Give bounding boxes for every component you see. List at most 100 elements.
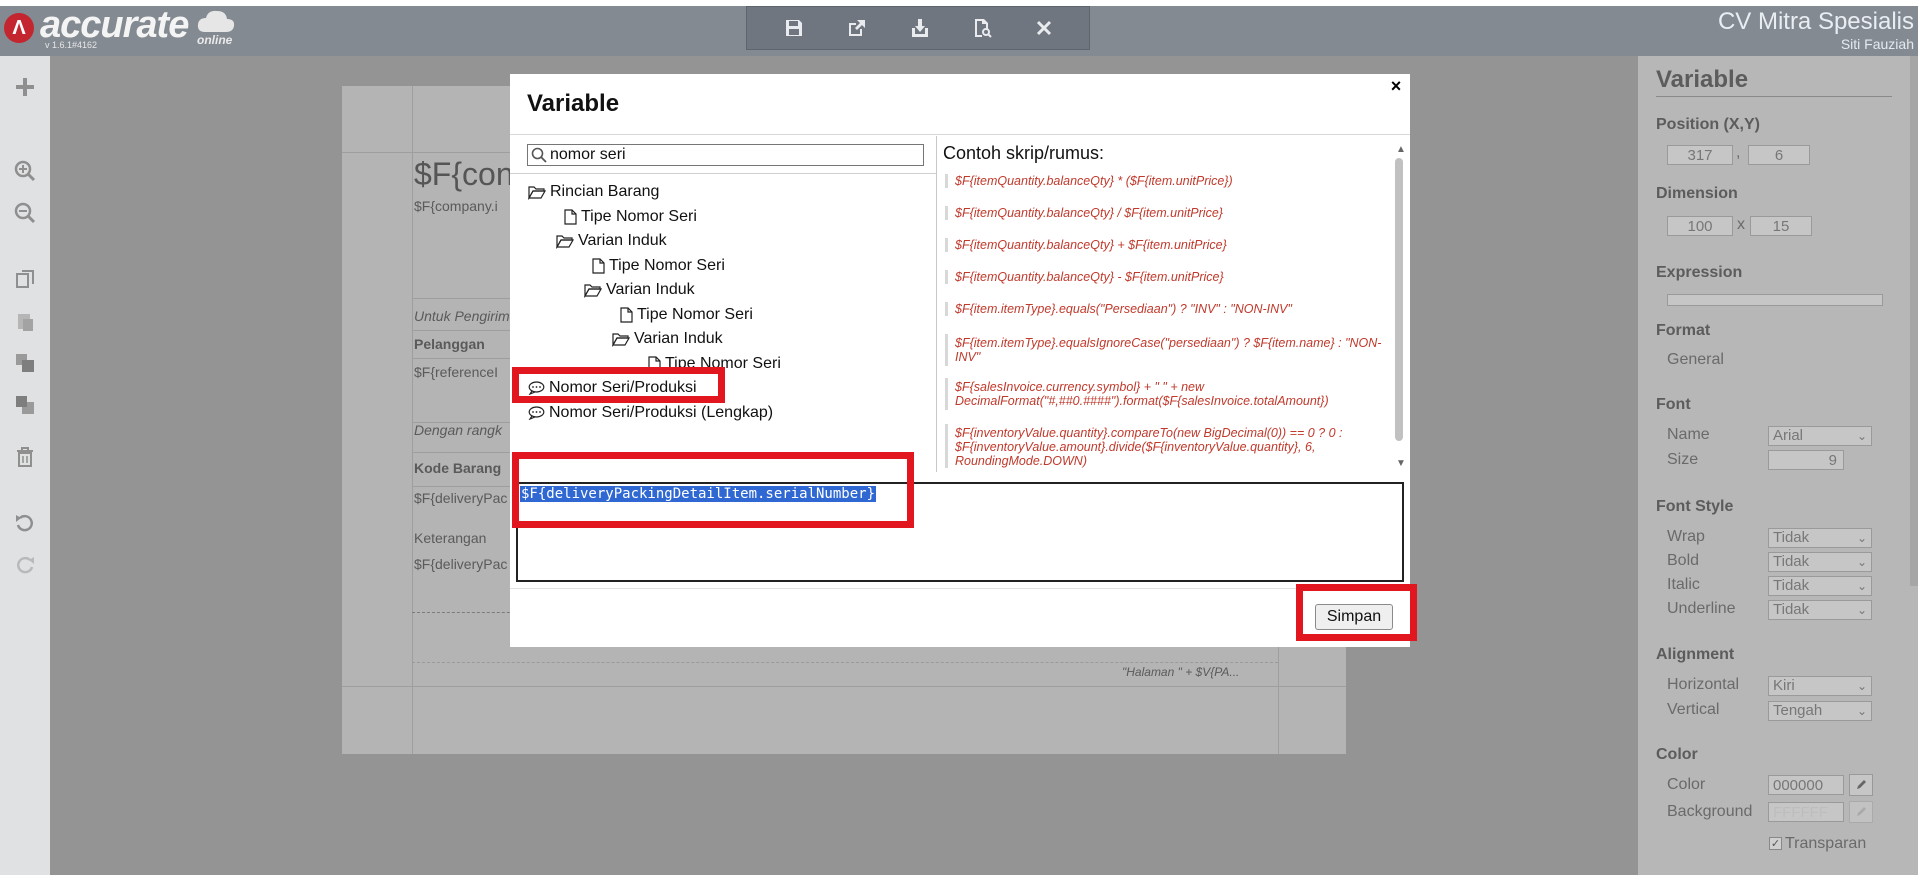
dengan-rangkaian-label[interactable]: Dengan rangk	[414, 422, 502, 438]
vertical-select[interactable]: Tengah ⌄	[1768, 701, 1872, 721]
tree-node-label: Tipe Nomor Seri	[637, 305, 753, 323]
transparent-checkbox[interactable]: ✓	[1769, 837, 1782, 850]
tree-node[interactable]: Tipe Nomor Seri	[592, 255, 725, 277]
chevron-down-icon: ⌄	[1856, 429, 1867, 443]
left-toolbar	[0, 56, 50, 875]
italic-select[interactable]: Tidak ⌄	[1768, 576, 1872, 596]
chevron-down-icon: ⌄	[1856, 531, 1867, 545]
wrap-select[interactable]: Tidak ⌄	[1768, 528, 1872, 548]
highlight-expression	[512, 452, 914, 528]
tree-node[interactable]: Tipe Nomor Seri	[620, 304, 753, 326]
dimension-width-input[interactable]: 100	[1667, 216, 1733, 236]
tree-node[interactable]: Nomor Seri/Produksi (Lengkap)	[528, 402, 773, 424]
expression-input[interactable]	[1667, 294, 1883, 306]
comment-icon	[528, 405, 545, 420]
dimension-label: Dimension	[1656, 185, 1738, 202]
example-item[interactable]: $F{itemQuantity.balanceQty} - $F{item.un…	[945, 270, 1385, 284]
color-input[interactable]: 000000	[1768, 775, 1844, 795]
user-name[interactable]: Siti Fauziah	[1841, 36, 1914, 52]
example-item[interactable]: $F{salesInvoice.currency.symbol} + " " +…	[945, 378, 1385, 410]
underline-select[interactable]: Tidak ⌄	[1768, 600, 1872, 620]
tree-node[interactable]: Varian Induk	[584, 279, 695, 301]
wrap-label: Wrap	[1667, 528, 1705, 545]
pencil-icon[interactable]	[1849, 801, 1873, 823]
add-icon[interactable]	[10, 72, 40, 102]
italic-label: Italic	[1667, 576, 1700, 593]
horizontal-value: Kiri	[1773, 677, 1795, 694]
format-value[interactable]: General	[1667, 351, 1724, 369]
dimension-x-label: x	[1737, 216, 1745, 233]
examples-scroll-thumb[interactable]	[1395, 158, 1403, 441]
company-info-field[interactable]: $F{company.i	[414, 198, 498, 214]
kode-barang-label[interactable]: Kode Barang	[414, 460, 501, 476]
undo-icon[interactable]	[10, 508, 40, 538]
background-label: Background	[1667, 803, 1753, 820]
untuk-pengiriman-label[interactable]: Untuk Pengirim	[414, 308, 510, 324]
tree-node[interactable]: Rincian Barang	[528, 181, 659, 203]
file-icon	[564, 208, 577, 225]
tree-node[interactable]: Tipe Nomor Seri	[564, 206, 697, 228]
example-item[interactable]: $F{item.itemType}.equals("Persediaan") ?…	[945, 302, 1385, 316]
folder-open-icon	[556, 234, 574, 249]
file-icon	[592, 257, 605, 274]
tree-node[interactable]: Varian Induk	[612, 328, 723, 350]
examples-title: Contoh skrip/rumus:	[943, 143, 1105, 163]
panel-scrollbar[interactable]	[1910, 56, 1918, 586]
page-number-field[interactable]: "Halaman " + $V{PA...	[1122, 665, 1239, 679]
delivery-field-1[interactable]: $F{deliveryPac	[414, 490, 507, 506]
example-item[interactable]: $F{inventoryValue.quantity}.compareTo(ne…	[945, 424, 1385, 468]
example-item[interactable]: $F{itemQuantity.balanceQty} / $F{item.un…	[945, 206, 1385, 220]
format-label: Format	[1656, 322, 1711, 339]
font-style-label: Font Style	[1656, 498, 1734, 515]
export-icon[interactable]	[844, 15, 870, 41]
company-field[interactable]: $F{con	[414, 156, 514, 193]
highlight-save	[1296, 584, 1417, 641]
close-icon[interactable]	[1031, 15, 1057, 41]
font-name-select[interactable]: Arial ⌄	[1768, 426, 1872, 446]
zoom-in-icon[interactable]	[10, 156, 40, 186]
scroll-down-icon[interactable]: ▼	[1396, 458, 1406, 469]
variable-dialog: Variable × Contoh skrip/rumus: $F{itemQu…	[510, 74, 1410, 647]
position-label: Position (X,Y)	[1656, 116, 1760, 133]
panel-title-divider	[1656, 96, 1892, 97]
example-item[interactable]: $F{itemQuantity.balanceQty} + $F{item.un…	[945, 238, 1385, 252]
send-back-icon[interactable]	[10, 390, 40, 420]
import-icon[interactable]	[907, 15, 933, 41]
scroll-up-icon[interactable]: ▲	[1396, 144, 1406, 155]
chevron-down-icon: ⌄	[1856, 603, 1867, 617]
color-field-label: Color	[1667, 776, 1706, 793]
paste-icon[interactable]	[10, 306, 40, 336]
underline-value: Tidak	[1773, 601, 1810, 618]
pencil-icon[interactable]	[1849, 774, 1873, 796]
example-item[interactable]: $F{item.itemType}.equalsIgnoreCase("pers…	[945, 334, 1385, 366]
transparent-label: Transparan	[1785, 835, 1867, 852]
italic-value: Tidak	[1773, 577, 1810, 594]
redo-icon[interactable]	[10, 550, 40, 580]
tree-node[interactable]: Varian Induk	[556, 230, 667, 252]
chevron-down-icon: ⌄	[1856, 704, 1867, 718]
close-icon[interactable]: ×	[1387, 77, 1405, 95]
position-y-input[interactable]: 6	[1748, 145, 1810, 165]
tree-node-label: Varian Induk	[606, 281, 695, 298]
delivery-field-2[interactable]: $F{deliveryPac	[414, 556, 507, 572]
font-size-input[interactable]: 9	[1768, 450, 1844, 470]
delete-icon[interactable]	[10, 442, 40, 472]
keterangan-label[interactable]: Keterangan	[414, 530, 486, 546]
save-icon[interactable]	[781, 15, 807, 41]
copy-icon[interactable]	[10, 264, 40, 294]
reference-field[interactable]: $F{referenceI	[414, 364, 498, 380]
dimension-height-input[interactable]: 15	[1750, 216, 1812, 236]
position-x-input[interactable]: 317	[1667, 145, 1733, 165]
bring-front-icon[interactable]	[10, 348, 40, 378]
color-section-label: Color	[1656, 746, 1698, 763]
pane-divider	[936, 136, 937, 472]
preview-icon[interactable]	[969, 15, 995, 41]
folder-open-icon	[528, 185, 546, 200]
folder-open-icon	[612, 332, 630, 347]
example-item[interactable]: $F{itemQuantity.balanceQty} * ($F{item.u…	[945, 174, 1385, 188]
pelanggan-label[interactable]: Pelanggan	[414, 336, 485, 352]
zoom-out-icon[interactable]	[10, 198, 40, 228]
background-input[interactable]: FFFFFF	[1768, 802, 1844, 822]
horizontal-select[interactable]: Kiri ⌄	[1768, 676, 1872, 696]
bold-select[interactable]: Tidak ⌄	[1768, 552, 1872, 572]
